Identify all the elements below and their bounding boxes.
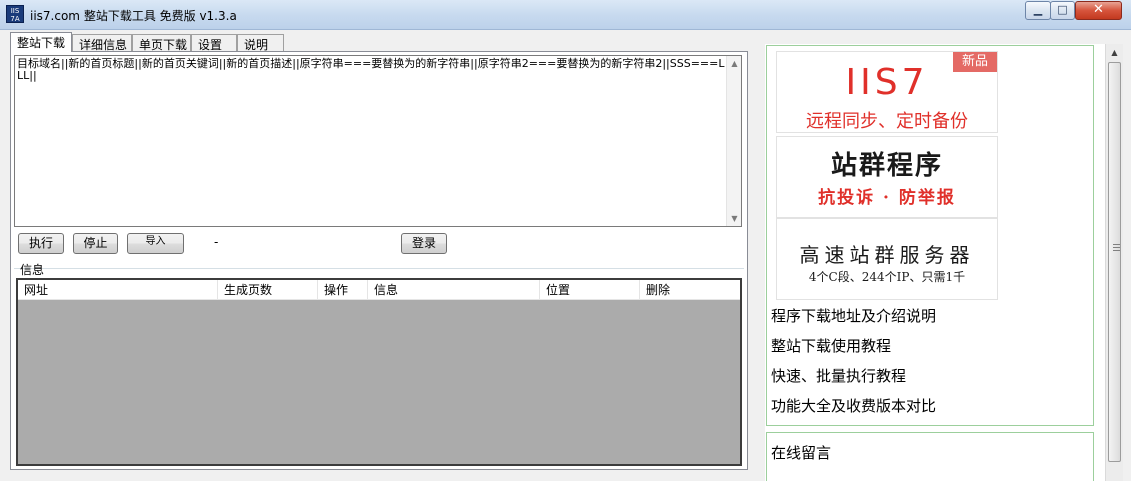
command-textarea[interactable]: 目标域名||新的首页标题||新的首页关键词||新的首页描述||原字符串===要替… [14,55,742,227]
minimize-icon: ▁ [1033,3,1043,16]
column-header-url[interactable]: 网址 [18,280,218,300]
tab-whole-site-download[interactable]: 整站下载 [10,32,72,52]
column-header-delete[interactable]: 删除 [640,280,740,300]
command-scrollbar[interactable]: ▲ ▼ [726,56,741,226]
banner-title: 站群程序 [830,151,943,181]
link-usage-tutorial[interactable]: 整站下载使用教程 [771,335,891,356]
grip-line [1113,247,1120,248]
promo-banner-iis7[interactable]: IIS7 新品 远程同步、定时备份 [776,51,998,133]
link-feature-comparison[interactable]: 功能大全及收费版本对比 [771,395,936,416]
minimize-button[interactable]: ▁ [1025,1,1051,20]
maximize-button[interactable]: □ [1050,1,1075,20]
new-product-badge: 新品 [953,52,997,72]
grip-line [1113,244,1120,245]
tab-settings[interactable]: 设置 [191,34,237,52]
promo-banner-server[interactable]: 高速站群服务器 4个C段、244个IP、只需1千 [776,218,998,300]
scroll-up-icon[interactable]: ▲ [727,59,742,68]
column-header-action[interactable]: 操作 [318,280,368,300]
scrollbar-thumb[interactable] [1108,62,1121,462]
status-dash: - [214,235,219,249]
list-header: 网址 生成页数 操作 信息 位置 删除 [18,280,740,300]
banner-title: 高速站群服务器 [799,243,975,267]
scroll-down-icon[interactable]: ▼ [727,214,742,223]
column-header-info[interactable]: 信息 [368,280,540,300]
maximize-icon: □ [1057,3,1068,16]
banner-subtitle: 抗投诉 · 防举报 [818,188,956,208]
banner-slogan: 远程同步、定时备份 [806,111,968,132]
scroll-up-icon[interactable]: ▲ [1106,48,1123,57]
tab-help[interactable]: 说明 [237,34,284,52]
promo-banner-site-group[interactable]: 站群程序 抗投诉 · 防举报 [776,136,998,218]
execute-button[interactable]: 执行 [18,233,64,254]
banner-subtitle: 4个C段、244个IP、只需1千 [808,270,966,284]
grip-line [1113,250,1120,251]
close-button[interactable]: ✕ [1075,1,1122,20]
link-online-message[interactable]: 在线留言 [771,442,831,463]
info-group-label: 信息 [20,263,45,277]
link-download-intro[interactable]: 程序下载地址及介绍说明 [771,305,936,326]
close-icon: ✕ [1093,2,1104,17]
window-title: iis7.com 整站下载工具 免费版 v1.3.a [30,9,237,23]
tab-details[interactable]: 详细信息 [72,34,132,52]
tab-single-page-download[interactable]: 单页下载 [132,34,191,52]
stop-button[interactable]: 停止 [73,233,118,254]
link-batch-tutorial[interactable]: 快速、批量执行教程 [771,365,906,386]
promo-scrollbar[interactable]: ▲ [1105,44,1123,481]
import-button[interactable]: 导入 [127,233,184,254]
command-text[interactable]: 目标域名||新的首页标题||新的首页关键词||新的首页描述||原字符串===要替… [17,58,725,82]
column-header-position[interactable]: 位置 [540,280,640,300]
title-bar: IIS 7A iis7.com 整站下载工具 免费版 v1.3.a ▁ □ ✕ [0,0,1131,30]
info-list-view[interactable]: 网址 生成页数 操作 信息 位置 删除 [16,278,742,466]
column-header-page-count[interactable]: 生成页数 [218,280,318,300]
app-icon: IIS 7A [6,5,24,23]
login-button[interactable]: 登录 [401,233,447,254]
